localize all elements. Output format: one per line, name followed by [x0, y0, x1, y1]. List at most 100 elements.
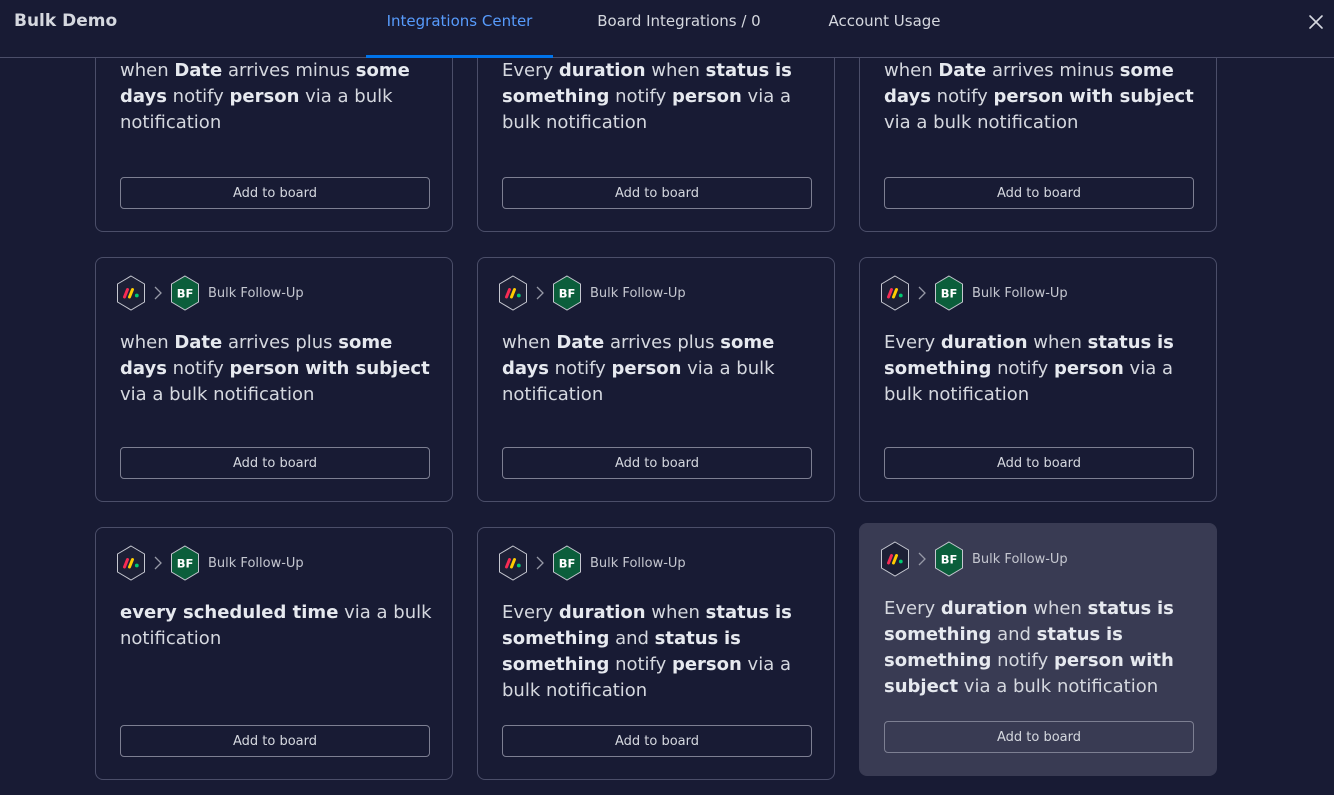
recipe-sentence: when Date arrives plus some days notify … — [120, 330, 440, 408]
recipe-field[interactable]: status — [706, 602, 770, 623]
recipe-text: when — [1027, 598, 1088, 619]
recipe-field[interactable]: is — [1157, 332, 1174, 353]
svg-text:BF: BF — [941, 553, 958, 567]
recipe-text: and — [991, 624, 1037, 645]
recipe-text: notify — [991, 650, 1054, 671]
recipe-text: via a bulk notification — [884, 112, 1079, 133]
add-to-board-button[interactable]: Add to board — [884, 447, 1194, 479]
add-to-board-button[interactable]: Add to board — [502, 447, 812, 479]
integration-card[interactable]: BF Bulk Follow-Up when Date arrives plus s… — [95, 257, 453, 502]
monday-logo-icon — [499, 275, 527, 311]
recipe-field[interactable]: person — [672, 654, 742, 675]
recipe-text: notify — [930, 86, 994, 107]
recipe-field[interactable]: something — [884, 358, 991, 379]
recipe-text: arrives plus — [222, 332, 339, 353]
monday-logo-icon — [881, 541, 909, 577]
recipe-field[interactable]: something — [502, 628, 609, 649]
integration-card[interactable]: when Date arrives minus some days notify… — [859, 57, 1217, 232]
tab-board-integrations[interactable]: Board Integrations / 0 — [588, 0, 770, 57]
recipe-field[interactable]: is — [1157, 598, 1174, 619]
chevron-right-icon — [154, 556, 162, 570]
integration-card[interactable]: Every duration when status is something … — [477, 57, 835, 232]
recipe-text: Every — [502, 60, 559, 81]
close-icon[interactable] — [1306, 12, 1326, 32]
card-header: BF Bulk Follow-Up — [880, 541, 1068, 577]
recipe-field[interactable]: person — [994, 86, 1064, 107]
integrations-grid: when Date arrives minus some days notify… — [0, 57, 1334, 795]
recipe-sentence: Every duration when status is something … — [502, 600, 822, 704]
recipe-field[interactable]: person — [1054, 650, 1124, 671]
chevron-right-icon — [536, 286, 544, 300]
recipe-text: when — [1027, 332, 1088, 353]
recipe-field[interactable]: is — [1106, 624, 1123, 645]
integration-name: Bulk Follow-Up — [972, 285, 1068, 301]
recipe-field[interactable]: duration — [941, 332, 1028, 353]
recipe-text: when — [502, 332, 557, 353]
recipe-field[interactable]: every scheduled time — [120, 602, 338, 623]
recipe-field[interactable]: person — [1054, 358, 1124, 379]
recipe-field[interactable]: status — [706, 60, 770, 81]
recipe-text: arrives plus — [604, 332, 721, 353]
add-to-board-button[interactable]: Add to board — [120, 447, 430, 479]
integration-name: Bulk Follow-Up — [972, 551, 1068, 567]
recipe-field[interactable]: status — [1088, 332, 1152, 353]
recipe-sentence: Every duration when status is something … — [884, 596, 1204, 700]
add-to-board-button[interactable]: Add to board — [120, 725, 430, 757]
recipe-field[interactable]: Date — [556, 332, 604, 353]
add-to-board-button[interactable]: Add to board — [502, 177, 812, 209]
tab-account-usage[interactable]: Account Usage — [812, 0, 957, 57]
bulk-follow-up-badge-icon: BF — [171, 545, 199, 581]
recipe-field[interactable]: duration — [941, 598, 1028, 619]
recipe-field[interactable]: status — [1088, 598, 1152, 619]
add-to-board-button[interactable]: Add to board — [884, 177, 1194, 209]
recipe-field[interactable]: with subject — [305, 358, 430, 379]
chevron-right-icon — [918, 286, 926, 300]
chevron-right-icon — [918, 552, 926, 566]
recipe-field[interactable]: something — [884, 650, 991, 671]
recipe-text: Every — [502, 602, 559, 623]
recipe-field[interactable]: with subject — [1069, 86, 1194, 107]
integration-card[interactable]: BF Bulk Follow-Up Every duration when stat… — [859, 523, 1217, 776]
add-to-board-button[interactable]: Add to board — [120, 177, 430, 209]
svg-text:BF: BF — [177, 557, 194, 571]
recipe-field[interactable]: duration — [559, 60, 646, 81]
integration-name: Bulk Follow-Up — [208, 555, 304, 571]
recipe-field[interactable]: something — [502, 654, 609, 675]
recipe-field[interactable]: Date — [938, 60, 986, 81]
svg-text:BF: BF — [177, 287, 194, 301]
integration-card[interactable]: BF Bulk Follow-Up Every duration when stat… — [859, 257, 1217, 502]
recipe-field[interactable]: duration — [559, 602, 646, 623]
monday-logo-icon — [499, 545, 527, 581]
recipe-field[interactable]: is — [775, 60, 792, 81]
recipe-field[interactable]: is — [724, 628, 741, 649]
recipe-field[interactable]: Date — [174, 60, 222, 81]
recipe-text: when — [120, 332, 175, 353]
monday-logo-icon — [881, 275, 909, 311]
monday-logo-icon — [117, 275, 145, 311]
integration-card[interactable]: BF Bulk Follow-Up every scheduled time via… — [95, 527, 453, 780]
recipe-sentence: Every duration when status is something … — [502, 58, 822, 136]
recipe-text: notify — [166, 86, 230, 107]
recipe-field[interactable]: Date — [174, 332, 222, 353]
recipe-text: notify — [991, 358, 1054, 379]
recipe-field[interactable]: is — [775, 602, 792, 623]
recipe-field[interactable]: person — [672, 86, 742, 107]
bulk-follow-up-badge-icon: BF — [935, 275, 963, 311]
recipe-field[interactable]: something — [502, 86, 609, 107]
recipe-field[interactable]: person — [612, 358, 682, 379]
integration-card[interactable]: BF Bulk Follow-Up when Date arrives plus s… — [477, 257, 835, 502]
add-to-board-button[interactable]: Add to board — [884, 721, 1194, 753]
recipe-field[interactable]: status — [655, 628, 719, 649]
recipe-field[interactable]: status — [1037, 624, 1101, 645]
bulk-follow-up-badge-icon: BF — [935, 541, 963, 577]
integration-name: Bulk Follow-Up — [208, 285, 304, 301]
recipe-field[interactable]: person — [230, 358, 300, 379]
bulk-follow-up-badge-icon: BF — [553, 545, 581, 581]
tab-integrations-center[interactable]: Integrations Center — [366, 0, 553, 58]
add-to-board-button[interactable]: Add to board — [502, 725, 812, 757]
recipe-text: Every — [884, 598, 941, 619]
integration-card[interactable]: when Date arrives minus some days notify… — [95, 57, 453, 232]
recipe-field[interactable]: something — [884, 624, 991, 645]
integration-card[interactable]: BF Bulk Follow-Up Every duration when stat… — [477, 527, 835, 780]
recipe-field[interactable]: person — [230, 86, 300, 107]
